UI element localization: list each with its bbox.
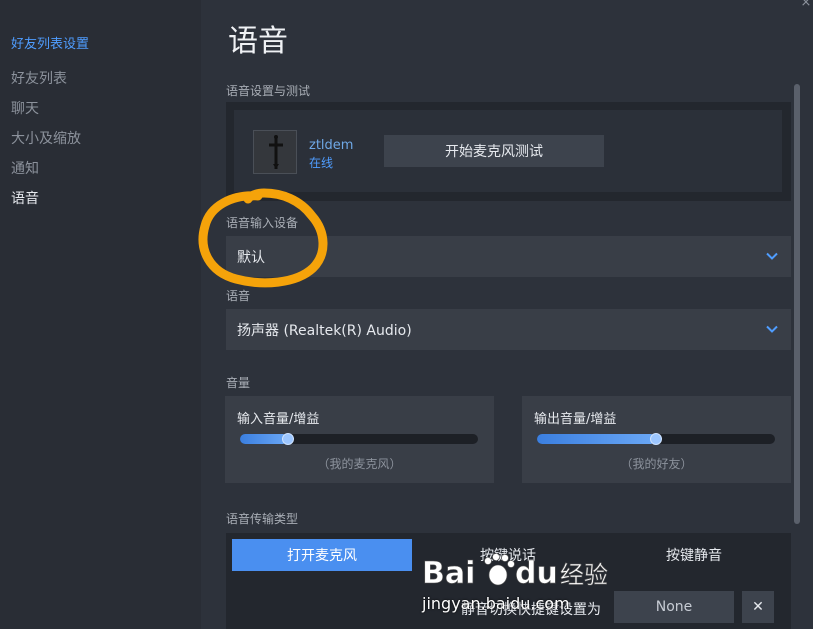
push-to-mute-option[interactable]: 按键静音	[604, 539, 784, 571]
sidebar-item-notifications[interactable]: 通知	[11, 158, 39, 178]
input-volume-slider[interactable]	[240, 433, 478, 445]
input-volume-fill	[240, 434, 288, 444]
main-panel: 语音 语音设置与测试 ztldem 在线 开始麦克风测试 语音输入设备 默认 语…	[201, 0, 813, 629]
input-device-value: 默认	[237, 249, 265, 266]
output-device-dropdown[interactable]: 扬声器 (Realtek(R) Audio)	[226, 309, 791, 350]
sidebar: 好友列表设置 好友列表 聊天 大小及缩放 通知 语音	[0, 0, 201, 629]
output-device-value: 扬声器 (Realtek(R) Audio)	[237, 322, 412, 339]
watermark-url: jingyan.baidu.com	[422, 594, 570, 613]
page-title: 语音	[228, 24, 288, 59]
open-mic-option[interactable]: 打开麦克风	[232, 539, 412, 571]
input-volume-handle[interactable]	[281, 433, 294, 445]
output-device-label: 语音	[226, 289, 251, 303]
clear-hotkey-button[interactable]: ✕	[742, 591, 774, 623]
username: ztldem	[309, 138, 354, 153]
output-volume-title: 输出音量/增益	[534, 412, 617, 427]
input-device-label: 语音输入设备	[226, 216, 299, 230]
chevron-down-icon	[766, 252, 778, 260]
input-volume-box: 输入音量/增益 （我的麦克风）	[225, 396, 494, 483]
sidebar-item-voice[interactable]: 语音	[11, 188, 39, 208]
status-online: 在线	[309, 156, 334, 170]
scrollbar[interactable]	[794, 84, 800, 524]
input-volume-title: 输入音量/增益	[237, 412, 320, 427]
output-volume-handle[interactable]	[650, 433, 662, 445]
push-to-talk-option[interactable]: 按键说话	[418, 539, 598, 571]
output-volume-fill	[537, 434, 656, 444]
output-volume-caption: （我的好友）	[620, 457, 693, 471]
mic-test-card: ztldem 在线 开始麦克风测试	[234, 110, 782, 192]
test-section-label: 语音设置与测试	[226, 84, 311, 98]
output-volume-box: 输出音量/增益 （我的好友）	[522, 396, 791, 483]
sidebar-item-chat[interactable]: 聊天	[11, 98, 39, 118]
transmission-label: 语音传输类型	[226, 512, 299, 526]
transmission-panel: 打开麦克风 按键说话 按键静音 静音切换快捷键设置为 None ✕	[226, 533, 791, 629]
mute-hotkey-field[interactable]: None	[614, 591, 734, 623]
sidebar-title: 好友列表设置	[11, 37, 90, 52]
output-volume-slider[interactable]	[537, 433, 775, 445]
input-volume-caption: （我的麦克风）	[317, 457, 402, 471]
chevron-down-icon	[766, 325, 778, 333]
mic-test-panel: ztldem 在线 开始麦克风测试	[226, 102, 791, 201]
avatar	[253, 130, 297, 174]
start-mic-test-button[interactable]: 开始麦克风测试	[384, 135, 604, 167]
sidebar-item-size-scale[interactable]: 大小及缩放	[11, 128, 81, 148]
input-device-dropdown[interactable]: 默认	[226, 236, 791, 277]
sidebar-item-friends-list[interactable]: 好友列表	[11, 68, 67, 88]
close-icon[interactable]: ×	[799, 0, 813, 10]
volume-label: 音量	[226, 376, 251, 390]
